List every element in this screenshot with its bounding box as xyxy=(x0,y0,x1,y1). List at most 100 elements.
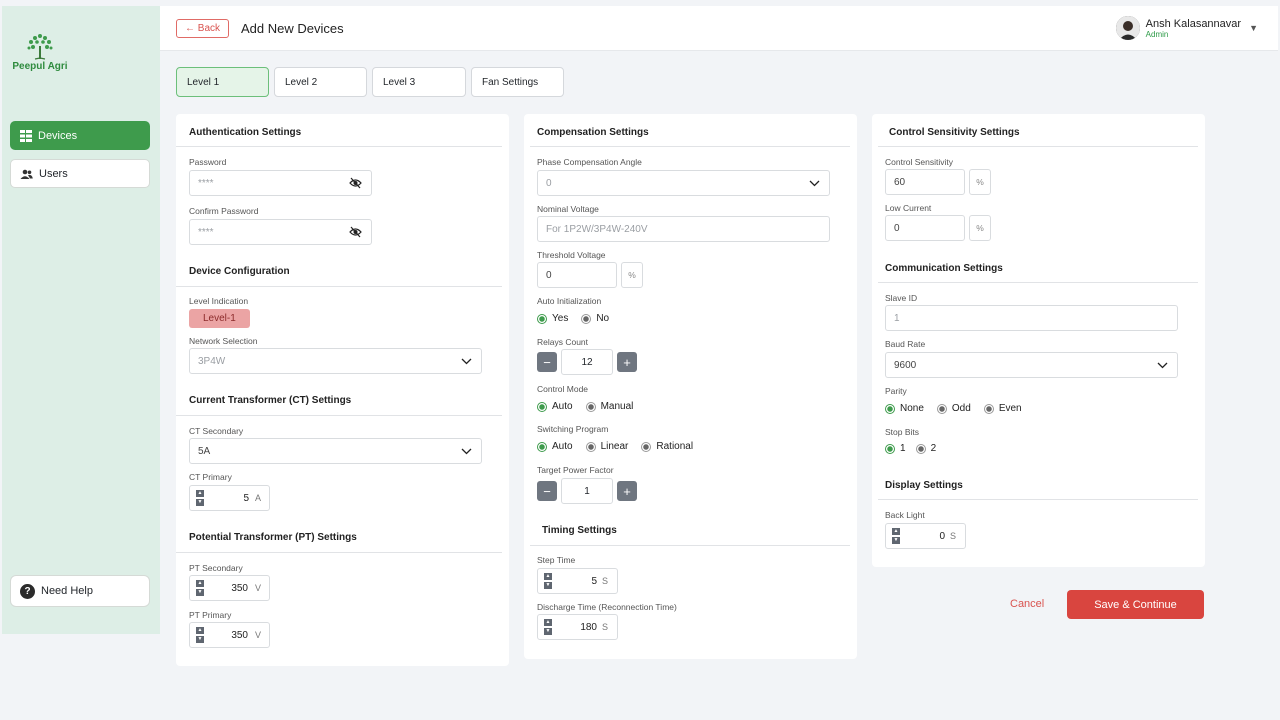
nominal-voltage-label: Nominal Voltage xyxy=(537,204,599,214)
radio-yes-label: Yes xyxy=(552,313,569,324)
radio-rational-label: Rational xyxy=(656,441,694,452)
chevron-down-icon[interactable]: ▼ xyxy=(1249,23,1258,33)
control-sensitivity-title: Control Sensitivity Settings xyxy=(889,127,1020,138)
radio-unselected-icon xyxy=(915,443,926,454)
divider xyxy=(176,415,502,416)
divider xyxy=(176,146,502,147)
step-time-stepper[interactable]: ▲ ▼ 5 S xyxy=(537,568,618,594)
brand-name: Peepul Agri xyxy=(12,61,68,72)
parity-radio-group: None Odd Even xyxy=(885,403,1035,414)
tab-fan-settings[interactable]: Fan Settings xyxy=(471,67,564,97)
ct-secondary-dropdown[interactable]: 5A xyxy=(189,438,482,464)
radio-auto-label: Auto xyxy=(552,401,573,412)
save-continue-button[interactable]: Save & Continue xyxy=(1067,590,1204,619)
auth-settings-title: Authentication Settings xyxy=(189,127,302,138)
radio-selected-icon xyxy=(537,401,547,412)
spinner-arrows-icon[interactable]: ▲ ▼ xyxy=(196,490,204,508)
pt-secondary-value: 350 xyxy=(231,582,248,594)
eye-off-icon[interactable] xyxy=(349,177,362,192)
radio-even[interactable]: Even xyxy=(983,403,1022,414)
user-role: Admin xyxy=(1145,29,1169,39)
radio-odd[interactable]: Odd xyxy=(936,403,971,414)
slave-id-input[interactable]: 1 xyxy=(885,305,1178,331)
password-field[interactable]: **** xyxy=(189,170,372,196)
radio-manual[interactable]: Manual xyxy=(585,401,633,412)
target-pf-value[interactable]: 1 xyxy=(561,478,613,504)
divider xyxy=(530,146,850,147)
back-button[interactable]: ← Back xyxy=(176,19,230,38)
baud-rate-dropdown[interactable]: 9600 xyxy=(885,352,1178,378)
threshold-voltage-input[interactable]: 0 xyxy=(537,262,617,288)
radio-yes[interactable]: Yes xyxy=(537,313,568,324)
cancel-button[interactable]: Cancel xyxy=(1010,598,1044,610)
threshold-unit: % xyxy=(621,262,643,288)
low-current-label: Low Current xyxy=(885,203,932,213)
radio-odd-label: Odd xyxy=(951,403,971,414)
low-current-unit: % xyxy=(969,215,991,241)
spinner-arrows-icon[interactable]: ▲ ▼ xyxy=(544,619,552,637)
phase-angle-dropdown[interactable]: 0 xyxy=(537,170,830,196)
network-selection-dropdown[interactable]: 3P4W xyxy=(189,348,482,374)
timing-settings-title: Timing Settings xyxy=(542,525,617,536)
need-help-label: Need Help xyxy=(41,585,93,597)
spinner-arrows-icon[interactable]: ▲ ▼ xyxy=(196,580,204,598)
radio-no[interactable]: No xyxy=(581,313,609,324)
level-indication-label: Level Indication xyxy=(189,296,249,306)
phase-angle-label: Phase Compensation Angle xyxy=(537,157,642,167)
divider xyxy=(176,286,502,287)
sidebar-item-users[interactable]: Users xyxy=(10,159,150,188)
low-current-input[interactable]: 0 xyxy=(885,215,965,241)
tab-level-2[interactable]: Level 2 xyxy=(274,67,367,97)
divider xyxy=(176,552,502,553)
back-light-stepper[interactable]: ▲ ▼ 0 S xyxy=(885,523,966,549)
eye-off-icon[interactable] xyxy=(349,226,362,241)
relays-count-value[interactable]: 12 xyxy=(561,349,613,375)
slave-id-label: Slave ID xyxy=(885,293,918,303)
password-value: **** xyxy=(198,177,214,189)
spinner-arrows-icon[interactable]: ▲ ▼ xyxy=(196,627,204,645)
pt-primary-stepper[interactable]: ▲ ▼ 350 V xyxy=(189,622,270,648)
need-help-button[interactable]: ? Need Help xyxy=(10,575,150,607)
discharge-time-stepper[interactable]: ▲ ▼ 180 S xyxy=(537,614,618,640)
radio-rational[interactable]: Rational xyxy=(641,441,693,452)
back-light-label: Back Light xyxy=(885,510,925,520)
tab-level-1[interactable]: Level 1 xyxy=(176,67,269,97)
control-sensitivity-input[interactable]: 60 xyxy=(885,169,965,195)
radio-auto[interactable]: Auto xyxy=(537,401,573,412)
level-badge: Level-1 xyxy=(189,309,250,328)
spinner-arrows-icon[interactable]: ▲ ▼ xyxy=(544,573,552,591)
ct-primary-stepper[interactable]: ▲ ▼ 5 A xyxy=(189,485,270,511)
radio-none[interactable]: None xyxy=(885,403,924,414)
back-light-value: 0 xyxy=(939,530,945,542)
pt-primary-value: 350 xyxy=(231,629,248,641)
compensation-settings-title: Compensation Settings xyxy=(537,127,649,138)
radio-stop-2[interactable]: 2 xyxy=(915,443,937,454)
relays-decrement-button[interactable]: − xyxy=(537,352,557,372)
discharge-time-unit: S xyxy=(601,622,608,632)
confirm-password-field[interactable]: **** xyxy=(189,219,372,245)
radio-stop-2-label: 2 xyxy=(930,443,937,454)
control-mode-label: Control Mode xyxy=(537,384,589,394)
target-pf-increment-button[interactable]: + xyxy=(617,481,637,501)
control-sensitivity-unit: % xyxy=(969,169,991,195)
sidebar-item-devices[interactable]: Devices xyxy=(10,121,150,150)
radio-auto[interactable]: Auto xyxy=(537,441,573,452)
ct-primary-unit: A xyxy=(254,493,261,503)
user-menu[interactable]: Ansh Kalasannavar Admin ▼ xyxy=(1115,16,1258,40)
target-pf-decrement-button[interactable]: − xyxy=(537,481,557,501)
radio-even-label: Even xyxy=(998,403,1022,414)
ct-primary-label: CT Primary xyxy=(189,472,232,482)
parity-label: Parity xyxy=(885,386,907,396)
device-config-title: Device Configuration xyxy=(189,266,290,277)
pt-secondary-label: PT Secondary xyxy=(189,563,243,573)
relays-increment-button[interactable]: + xyxy=(617,352,637,372)
pt-secondary-stepper[interactable]: ▲ ▼ 350 V xyxy=(189,575,270,601)
radio-auto-label: Auto xyxy=(552,441,573,452)
radio-linear[interactable]: Linear xyxy=(585,441,628,452)
spinner-arrows-icon[interactable]: ▲ ▼ xyxy=(892,528,900,546)
nominal-voltage-input[interactable]: For 1P2W/3P4W-240V xyxy=(537,216,830,242)
baud-rate-value: 9600 xyxy=(894,359,917,371)
tab-level-3[interactable]: Level 3 xyxy=(372,67,466,97)
chevron-down-icon xyxy=(461,357,472,368)
radio-stop-1[interactable]: 1 xyxy=(885,443,906,454)
